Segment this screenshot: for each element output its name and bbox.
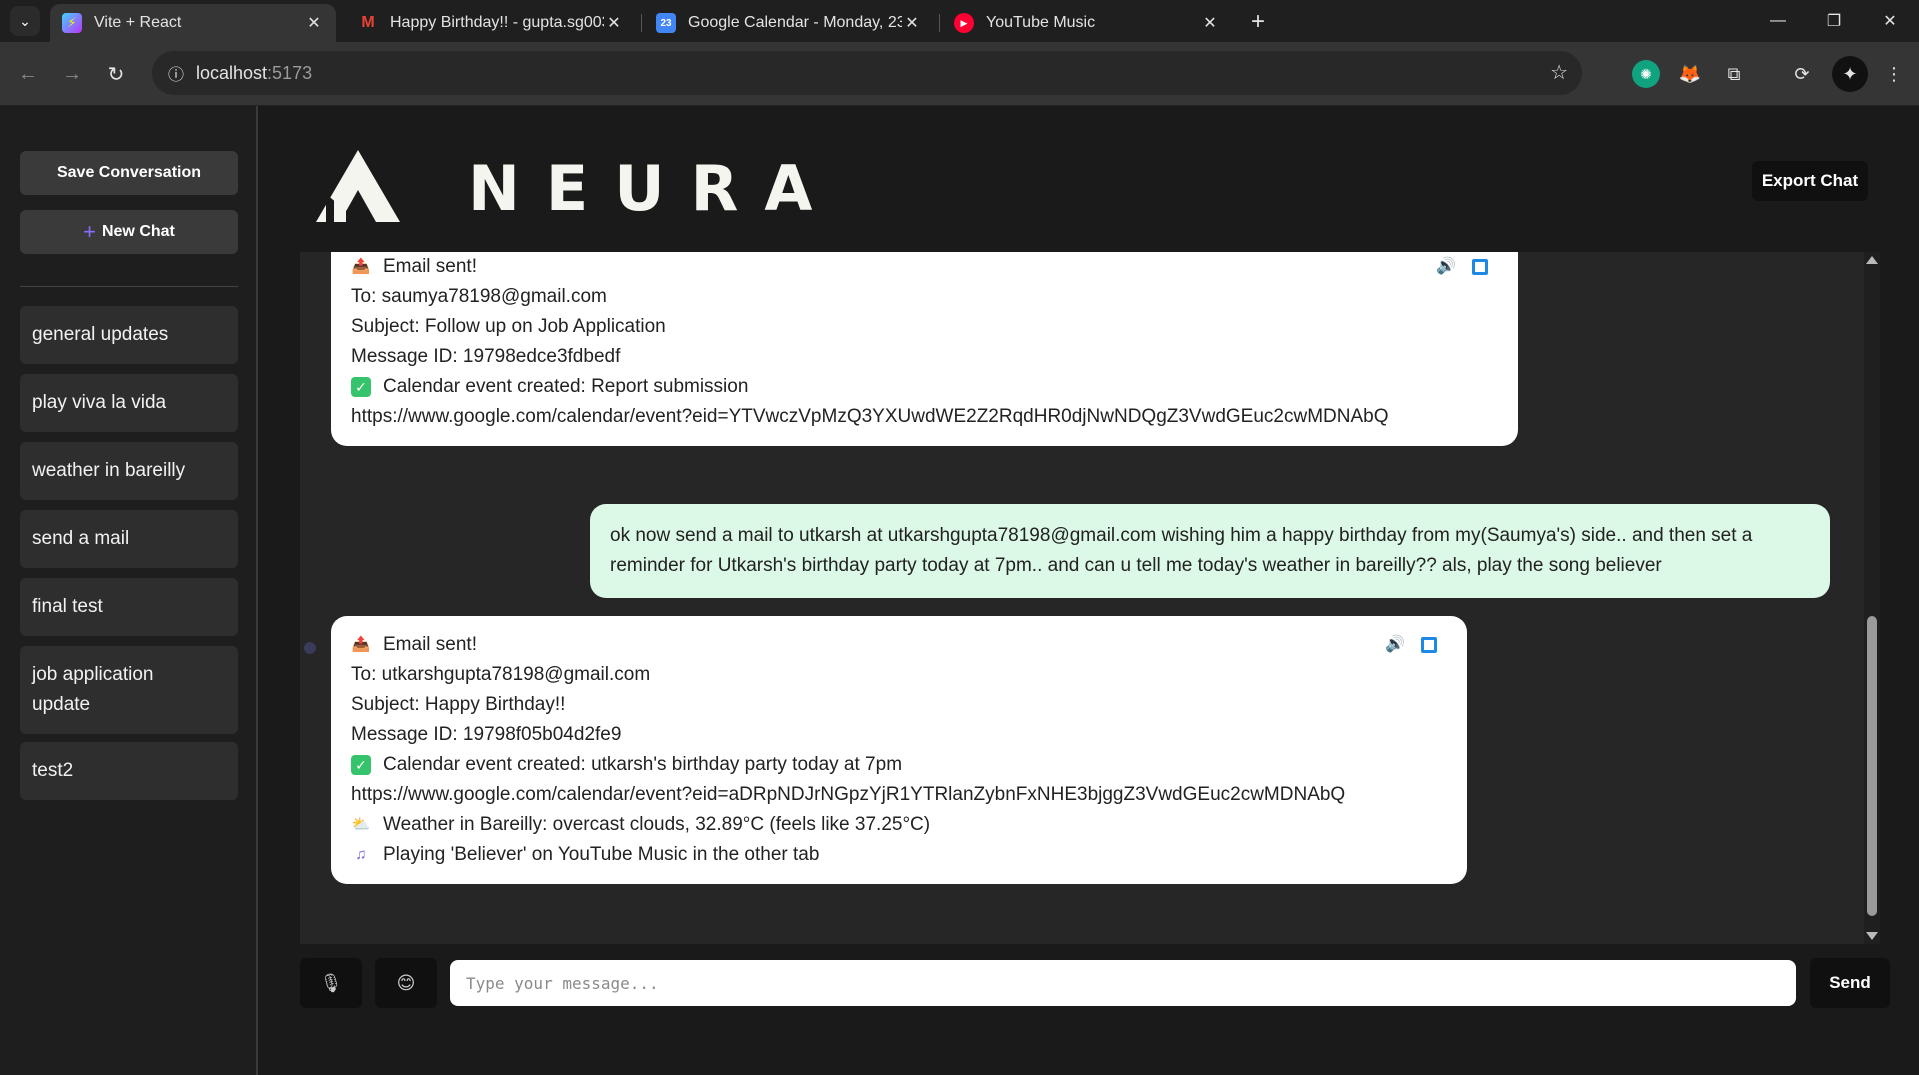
message-line: ✓ Calendar event created: Report submissi…	[351, 372, 1498, 402]
performance-icon[interactable]: ⟳	[1788, 60, 1816, 88]
user-message: ok now send a mail to utkarsh at utkarsh…	[590, 504, 1830, 598]
sidebar-divider	[20, 286, 238, 287]
tab-gmail[interactable]: M Happy Birthday!! - gupta.sg003 ✕	[346, 4, 636, 42]
message-line: To: utkarshgupta78198@gmail.com	[351, 664, 651, 685]
close-icon[interactable]: ✕	[902, 13, 922, 33]
message-line: ✓ Calendar event created: utkarsh's birth…	[351, 750, 1447, 780]
close-icon[interactable]: ✕	[1200, 13, 1220, 33]
message-line: Subject: Follow up on Job Application	[351, 316, 666, 337]
save-conversation-button[interactable]: Save Conversation	[20, 151, 238, 195]
message-actions: 🔊	[1436, 252, 1488, 282]
scroll-up-arrow-icon[interactable]	[1866, 256, 1878, 264]
tab-title: YouTube Music	[986, 14, 1096, 31]
window-close-icon[interactable]: ✕	[1862, 0, 1918, 42]
message-line: ♫ Playing 'Believer' on YouTube Music in …	[351, 840, 1447, 870]
emoji-button[interactable]: 😊	[375, 958, 437, 1008]
message-line: Message ID: 19798f05b04d2fe9	[351, 724, 622, 745]
tab-title: Vite + React	[94, 14, 182, 31]
stop-icon[interactable]	[1421, 637, 1437, 653]
close-icon[interactable]: ✕	[604, 13, 624, 33]
conversation-item[interactable]: test2	[20, 742, 238, 800]
neura-logo: NEURA	[316, 146, 812, 226]
plus-icon: +	[83, 219, 96, 244]
tab-google-calendar[interactable]: 23 Google Calendar - Monday, 23 ✕	[644, 4, 934, 42]
browser-tab-bar: ⌄ ⚡ Vite + React ✕ M Happy Birthday!! - …	[0, 0, 1919, 42]
profile-avatar[interactable]: ✦	[1832, 56, 1868, 92]
scroll-thumb[interactable]	[1867, 616, 1877, 916]
tab-vite-react[interactable]: ⚡ Vite + React ✕	[50, 4, 336, 42]
address-bar[interactable]: ⓘ localhost:5173 ☆	[152, 51, 1582, 95]
stop-icon[interactable]	[1472, 259, 1488, 275]
bookmark-star-icon[interactable]: ☆	[1550, 60, 1568, 85]
message-line: 📤 Email sent!	[351, 634, 477, 655]
chat-messages[interactable]: 🔊 📤 Email sent! To: saumya78198@gmail.com…	[300, 252, 1880, 944]
extensions-puzzle-icon[interactable]: ⧉	[1720, 60, 1748, 88]
back-icon[interactable]: ←	[12, 58, 44, 90]
app-root: Save Conversation + New Chat general upd…	[0, 106, 1919, 1075]
microphone-button[interactable]: 🎙	[300, 958, 362, 1008]
speaker-icon[interactable]: 🔊	[1385, 630, 1405, 660]
message-input[interactable]	[450, 960, 1796, 1006]
conversation-item[interactable]: final test	[20, 578, 238, 636]
neura-logo-mark-icon	[316, 150, 400, 222]
check-mark-icon: ✓	[351, 377, 371, 397]
minimize-icon[interactable]: —	[1750, 0, 1806, 42]
tab-title: Google Calendar - Monday, 23	[688, 14, 902, 31]
outbox-icon: 📤	[351, 258, 371, 275]
music-note-icon: ♫	[355, 846, 367, 863]
site-info-icon[interactable]: ⓘ	[162, 59, 190, 87]
assistant-avatar	[304, 642, 316, 654]
sun-behind-cloud-icon: ⛅	[351, 816, 371, 833]
speaker-icon[interactable]: 🔊	[1436, 252, 1456, 282]
conversation-item[interactable]: weather in bareilly	[20, 442, 238, 500]
restore-icon[interactable]: ❐	[1806, 0, 1862, 42]
main-panel: NEURA Export Chat 🔊 📤 Email sent! To: sau…	[260, 106, 1919, 1075]
gmail-icon: M	[361, 14, 375, 31]
url-text: localhost:5173	[196, 63, 313, 83]
calendar-link[interactable]: https://www.google.com/calendar/event?ei…	[351, 402, 1498, 432]
conversation-item[interactable]: job application update	[20, 646, 238, 734]
message-actions: 🔊	[1385, 630, 1437, 660]
message-line: Subject: Happy Birthday!!	[351, 694, 566, 715]
metamask-extension-icon[interactable]: 🦊	[1676, 60, 1704, 88]
youtube-music-icon: ▶	[954, 13, 974, 33]
outbox-icon: 📤	[351, 636, 371, 653]
sidebar: Save Conversation + New Chat general upd…	[0, 106, 258, 1075]
conversation-item[interactable]: play viva la vida	[20, 374, 238, 432]
tab-youtube-music[interactable]: ▶ YouTube Music ✕	[942, 4, 1232, 42]
message-line: Message ID: 19798edce3fdbedf	[351, 346, 621, 367]
tab-separator	[641, 14, 642, 32]
assistant-message: 🔊 📤 Email sent! To: saumya78198@gmail.com…	[331, 252, 1518, 446]
conversation-item[interactable]: general updates	[20, 306, 238, 364]
logo-wordmark: NEURA	[468, 152, 839, 225]
menu-kebab-icon[interactable]: ⋮	[1880, 60, 1908, 88]
conversation-item[interactable]: send a mail	[20, 510, 238, 568]
new-chat-button[interactable]: + New Chat	[20, 210, 238, 254]
message-composer: 🎙 😊 Send	[300, 958, 1890, 1008]
new-chat-label: New Chat	[101, 223, 175, 240]
close-icon[interactable]: ✕	[304, 13, 324, 33]
tab-search-chevron-icon[interactable]: ⌄	[10, 6, 40, 36]
check-mark-icon: ✓	[351, 755, 371, 775]
assistant-message: 🔊 📤 Email sent! To: utkarshgupta78198@gma…	[331, 616, 1467, 884]
chat-scrollbar[interactable]	[1864, 252, 1880, 944]
scroll-down-arrow-icon[interactable]	[1866, 932, 1878, 940]
browser-toolbar: ← → ↻ ⓘ localhost:5173 ☆ ✺ 🦊 ⧉ ⟳ ✦ ⋮	[0, 42, 1919, 106]
tab-separator	[939, 14, 940, 32]
calendar-link[interactable]: https://www.google.com/calendar/event?ei…	[351, 780, 1447, 810]
new-tab-button[interactable]: +	[1244, 8, 1272, 36]
message-line: ⛅ Weather in Bareilly: overcast clouds, 3…	[351, 814, 931, 835]
reload-icon[interactable]: ↻	[100, 58, 132, 90]
send-button[interactable]: Send	[1810, 958, 1890, 1008]
export-chat-button[interactable]: Export Chat	[1752, 161, 1868, 201]
google-calendar-icon: 23	[656, 13, 676, 33]
microphone-icon: 🎙	[319, 972, 343, 993]
forward-icon[interactable]: →	[56, 58, 88, 90]
vite-icon: ⚡	[62, 13, 82, 33]
message-line: To: saumya78198@gmail.com	[351, 286, 607, 307]
chatgpt-extension-icon[interactable]: ✺	[1632, 60, 1660, 88]
tab-title: Happy Birthday!! - gupta.sg003	[390, 14, 604, 31]
emoji-icon: 😊	[396, 972, 416, 993]
message-line: 📤 Email sent!	[351, 256, 477, 277]
